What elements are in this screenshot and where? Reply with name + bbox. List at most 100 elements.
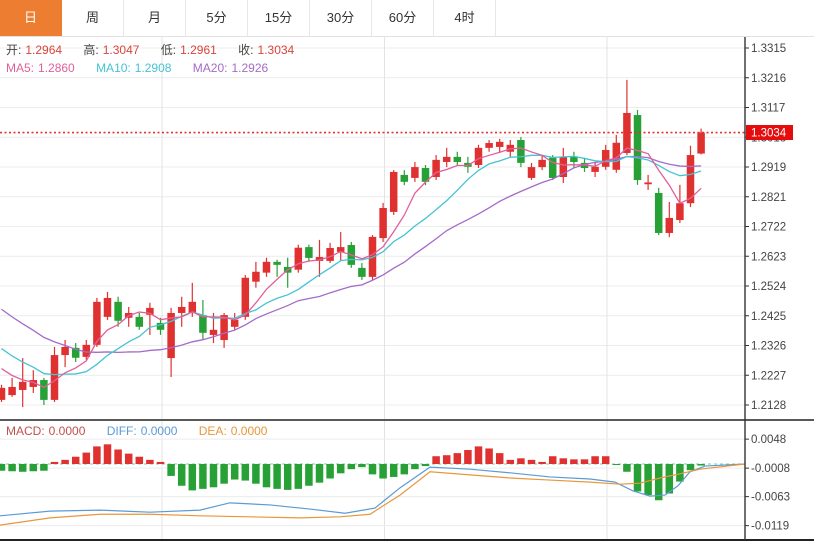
macd-bar bbox=[0, 464, 6, 471]
tab-period-1[interactable]: 周 bbox=[62, 0, 124, 36]
macd-bar bbox=[283, 464, 292, 490]
macd-bar bbox=[665, 464, 674, 494]
candle-body bbox=[177, 306, 186, 313]
macd-bar bbox=[114, 449, 122, 464]
tab-period-6[interactable]: 60分 bbox=[372, 0, 434, 36]
candle-body bbox=[517, 140, 525, 163]
candle-body bbox=[654, 192, 663, 233]
candle-body bbox=[474, 147, 483, 165]
macd-bar bbox=[464, 450, 472, 464]
candle-body bbox=[294, 247, 303, 270]
main-y-axis-label: 1.2821 bbox=[751, 192, 786, 204]
macd-bar bbox=[442, 455, 451, 464]
candle-body bbox=[411, 167, 419, 178]
macd-bar bbox=[199, 464, 207, 489]
candle-body bbox=[209, 329, 218, 335]
macd-bar bbox=[71, 456, 80, 464]
macd-bar bbox=[294, 464, 303, 489]
macd-bar bbox=[411, 464, 419, 470]
macd-bar bbox=[29, 464, 38, 472]
candle-body bbox=[103, 297, 112, 317]
macd-bar bbox=[156, 461, 165, 464]
macd-bar bbox=[548, 456, 557, 464]
macd-bar bbox=[421, 464, 430, 467]
last-price-tag-text: 1.3034 bbox=[751, 128, 787, 140]
macd-bar bbox=[93, 446, 101, 464]
candle-body bbox=[220, 315, 228, 341]
macd-bar bbox=[18, 464, 27, 472]
candle-body bbox=[591, 166, 599, 172]
main-y-axis-label: 1.2623 bbox=[751, 251, 786, 263]
macd-bar bbox=[432, 456, 440, 464]
macd-bar bbox=[336, 464, 345, 474]
candle-body bbox=[697, 132, 705, 154]
candle-body bbox=[40, 380, 48, 400]
tab-period-5[interactable]: 30分 bbox=[310, 0, 372, 36]
main-y-axis-label: 1.2524 bbox=[751, 281, 787, 293]
candle-body bbox=[230, 319, 239, 327]
macd-bar bbox=[262, 464, 271, 488]
macd-bar bbox=[644, 464, 652, 496]
tab-period-2[interactable]: 月 bbox=[124, 0, 186, 36]
macd-bar bbox=[601, 456, 610, 464]
macd-bar bbox=[347, 464, 356, 470]
tab-period-4[interactable]: 15分 bbox=[248, 0, 310, 36]
chart-canvas[interactable]: 1.33151.32161.31171.30181.29191.28211.27… bbox=[0, 0, 814, 543]
macd-bar bbox=[315, 464, 324, 483]
macd-bar bbox=[305, 464, 313, 486]
macd-bar bbox=[50, 461, 59, 464]
main-y-axis-label: 1.3315 bbox=[751, 43, 786, 55]
macd-bar bbox=[146, 459, 154, 464]
macd-bar bbox=[686, 464, 695, 471]
candle-body bbox=[676, 203, 684, 221]
macd-bar bbox=[177, 464, 186, 486]
candle-body bbox=[135, 316, 144, 327]
candle-body bbox=[241, 277, 250, 317]
main-y-axis-label: 1.3216 bbox=[751, 73, 786, 85]
candle-body bbox=[199, 315, 207, 333]
candle-body bbox=[61, 346, 69, 356]
macd-bar bbox=[485, 448, 493, 464]
candle-body bbox=[326, 248, 334, 261]
main-y-axis-label: 1.2128 bbox=[751, 400, 786, 412]
main-y-axis-label: 1.2722 bbox=[751, 222, 786, 234]
candle-body bbox=[495, 141, 504, 147]
tab-period-0[interactable]: 日 bbox=[0, 0, 62, 36]
macd-bar bbox=[623, 464, 631, 472]
macd-bar bbox=[400, 464, 409, 475]
macd-bar bbox=[379, 464, 387, 479]
macd-bar bbox=[82, 452, 91, 464]
macd-y-axis-label: -0.0063 bbox=[751, 492, 790, 504]
period-tab-bar: 日周月 5分 15分 30分 60分 4时 bbox=[0, 0, 814, 37]
macd-y-axis-label: -0.0119 bbox=[751, 521, 789, 533]
candle-body bbox=[273, 261, 281, 265]
macd-bar bbox=[241, 464, 250, 481]
macd-bar bbox=[220, 464, 228, 484]
macd-bar bbox=[8, 464, 16, 472]
macd-bar bbox=[527, 459, 536, 464]
main-y-axis-label: 1.2227 bbox=[751, 370, 786, 382]
macd-bar bbox=[61, 459, 69, 464]
macd-bar bbox=[273, 464, 281, 489]
main-y-axis-label: 1.2919 bbox=[751, 162, 786, 174]
macd-bar bbox=[124, 453, 133, 464]
macd-bar bbox=[453, 453, 462, 464]
candle-body bbox=[665, 217, 674, 233]
main-y-axis-label: 1.2425 bbox=[751, 311, 786, 323]
macd-bar bbox=[591, 456, 599, 464]
candle-body bbox=[0, 387, 6, 400]
tab-period-7[interactable]: 4时 bbox=[434, 0, 496, 36]
tab-period-3[interactable]: 5分 bbox=[186, 0, 248, 36]
macd-bar bbox=[252, 464, 260, 484]
macd-bar bbox=[40, 464, 48, 471]
macd-bar bbox=[697, 464, 705, 466]
candle-body bbox=[644, 182, 652, 185]
candle-body bbox=[570, 156, 578, 162]
candle-body bbox=[633, 115, 642, 181]
candle-body bbox=[305, 247, 313, 258]
candle-body bbox=[485, 143, 493, 148]
macd-bar bbox=[188, 464, 197, 491]
macd-bar bbox=[389, 464, 398, 477]
macd-bar bbox=[517, 458, 525, 464]
macd-bar bbox=[368, 464, 377, 475]
